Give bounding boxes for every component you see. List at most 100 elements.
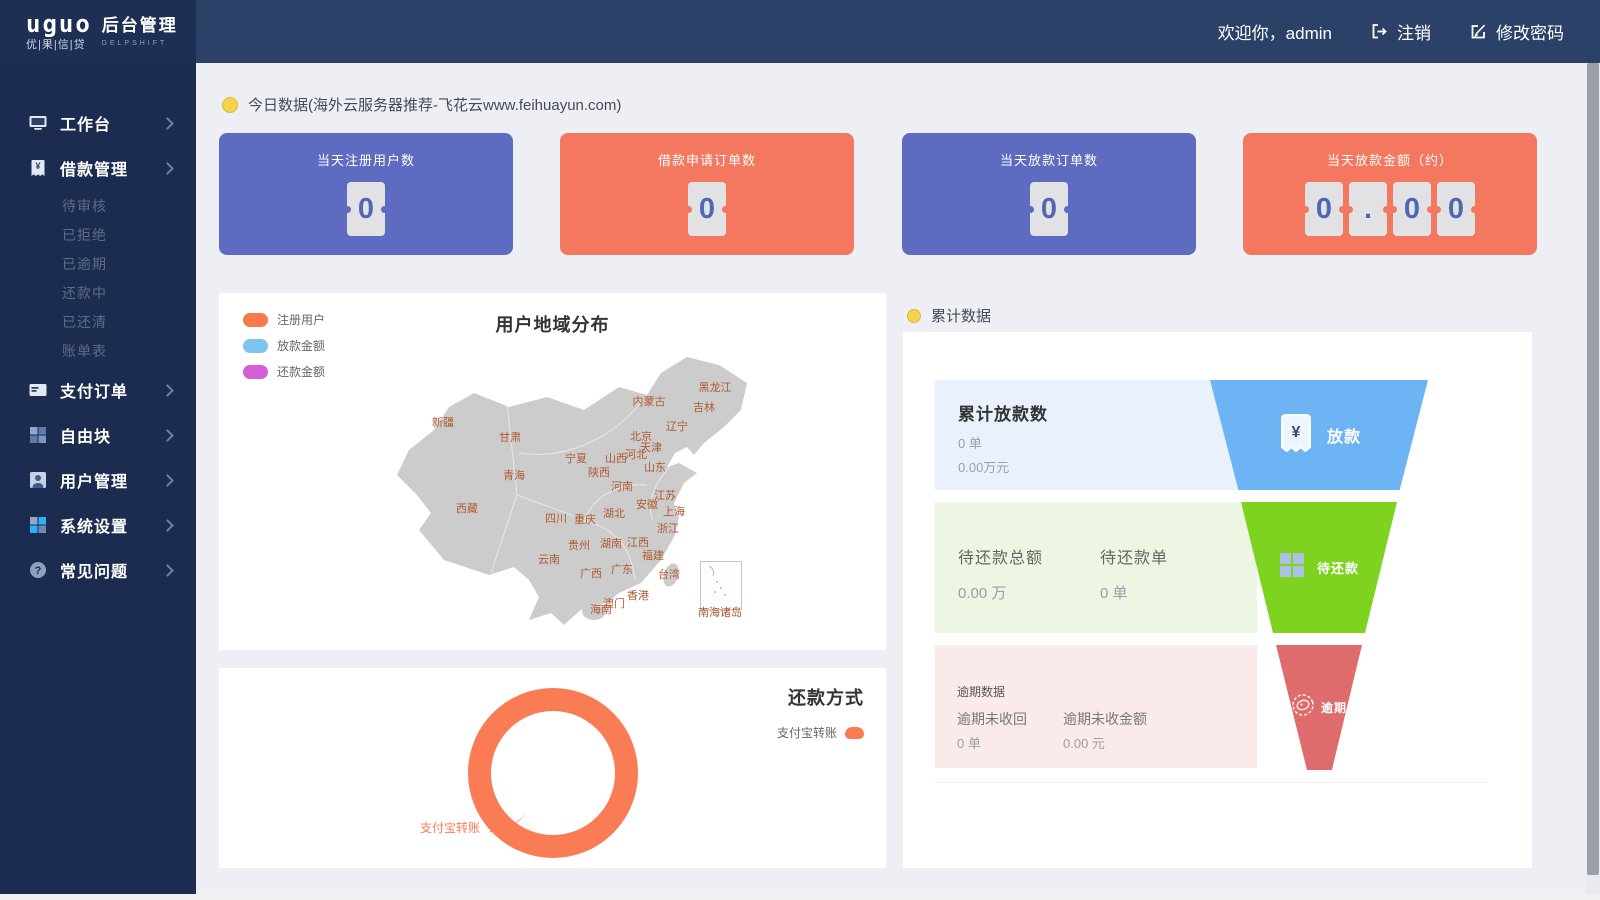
subitem-label: 账单表 bbox=[62, 341, 107, 361]
sidebar-item-system-settings[interactable]: 系统设置 bbox=[0, 503, 196, 547]
brand-logo-left: uguo 优|果|信|贷 bbox=[26, 12, 92, 51]
row-subtitle: 逾期数据 bbox=[957, 683, 1257, 700]
province-label: 新疆 bbox=[432, 414, 454, 430]
brand-logo-right: 后台管理 DELPSHIFT bbox=[102, 17, 178, 47]
province-label: 山东 bbox=[644, 459, 666, 475]
question-icon: ? bbox=[28, 560, 48, 580]
province-label: 台湾 bbox=[658, 566, 680, 582]
row-title: 累计放款数 bbox=[958, 400, 1257, 425]
vertical-scrollbar[interactable] bbox=[1586, 63, 1600, 900]
topbar-actions: 欢迎你，admin 注销 修改密码 bbox=[1218, 0, 1564, 63]
horizontal-scrollbar[interactable] bbox=[0, 894, 1600, 900]
sidebar-item-label: 借款管理 bbox=[60, 156, 128, 180]
sidebar-item-payment-orders[interactable]: 支付订单 bbox=[0, 368, 196, 412]
sidebar-item-label: 自由块 bbox=[60, 423, 111, 447]
logout-button[interactable]: 注销 bbox=[1370, 19, 1431, 44]
sidebar-nav: 工作台 ¥ 借款管理 待审核 已拒绝 已逾期 还款中 已还清 账单表 支付订单 bbox=[0, 63, 196, 900]
cumulative-section-title: 累计数据 bbox=[931, 305, 991, 326]
pig-legend-icon bbox=[845, 727, 864, 739]
province-label: 广东 bbox=[611, 561, 633, 577]
province-label: 陕西 bbox=[588, 464, 610, 480]
stat-card-title: 当天放款金额（约） bbox=[1327, 150, 1453, 169]
yellow-dot-icon bbox=[907, 309, 921, 323]
province-label: 重庆 bbox=[574, 511, 596, 527]
funnel-label: 待还款 bbox=[1317, 558, 1359, 577]
pig-coin-icon bbox=[1291, 693, 1315, 722]
sidebar-item-label: 系统设置 bbox=[60, 513, 128, 537]
province-label: 黑龙江 bbox=[699, 379, 732, 395]
sidebar-item-label: 支付订单 bbox=[60, 378, 128, 402]
province-label: 海南 bbox=[590, 601, 612, 617]
sidebar-item-label: 工作台 bbox=[60, 111, 111, 135]
col-label: 逾期未收回 bbox=[957, 709, 1063, 729]
repayment-method-card: 还款方式 支付宝转账 支付宝转账 bbox=[219, 668, 886, 868]
today-section-title: 今日数据(海外云服务器推荐-飞花云www.feihuayun.com) bbox=[248, 94, 621, 115]
stat-card-loan-applications: 借款申请订单数 0 bbox=[560, 133, 854, 255]
cumulative-row-overdue: 逾期数据 逾期未收回 0 单 逾期未收金额 0.00 元 bbox=[935, 645, 1257, 768]
yuan-receipt-icon: ¥ bbox=[1277, 411, 1315, 460]
col-label: 逾期未收金额 bbox=[1063, 709, 1147, 729]
stat-card-title: 借款申请订单数 bbox=[658, 150, 756, 169]
col-label: 待还款总额 bbox=[958, 544, 1100, 568]
sidebar-item-loan-management[interactable]: ¥ 借款管理 bbox=[0, 146, 196, 190]
col-value: 0 单 bbox=[1100, 582, 1168, 603]
svg-text:¥: ¥ bbox=[1292, 424, 1301, 441]
sidebar-item-workbench[interactable]: 工作台 bbox=[0, 101, 196, 145]
yellow-dot-icon bbox=[222, 97, 238, 113]
province-label: 湖北 bbox=[603, 505, 625, 521]
flip-digit: . bbox=[1349, 182, 1387, 236]
stat-card-registered-users: 当天注册用户数 0 bbox=[219, 133, 513, 255]
chevron-right-icon bbox=[161, 429, 174, 442]
flip-digit: 0 bbox=[347, 182, 385, 236]
province-label: 甘肃 bbox=[499, 429, 521, 445]
chevron-right-icon bbox=[161, 384, 174, 397]
flip-digit: 0 bbox=[1393, 182, 1431, 236]
chevron-right-icon bbox=[161, 474, 174, 487]
sidebar-item-user-management[interactable]: 用户管理 bbox=[0, 458, 196, 502]
sidebar-subitem-bill-table[interactable]: 账单表 bbox=[0, 336, 196, 365]
admin-title: 后台管理 bbox=[102, 17, 178, 34]
row-value-amount: 0.00万元 bbox=[958, 457, 1257, 476]
pie-chart-title: 还款方式 bbox=[788, 684, 864, 710]
edit-pencil-icon bbox=[1469, 22, 1488, 41]
sidebar-subitem-repaying[interactable]: 还款中 bbox=[0, 278, 196, 307]
pie-legend-alipay[interactable]: 支付宝转账 bbox=[777, 724, 864, 741]
sidebar-item-label: 用户管理 bbox=[60, 468, 128, 492]
chevron-right-icon bbox=[161, 117, 174, 130]
stat-card-title: 当天注册用户数 bbox=[317, 150, 415, 169]
flip-digit: 0 bbox=[688, 182, 726, 236]
subitem-label: 已逾期 bbox=[62, 254, 107, 274]
province-label: 福建 bbox=[642, 547, 664, 563]
province-label: 南海诸岛 bbox=[698, 604, 742, 620]
donut-chart-ring[interactable] bbox=[468, 688, 638, 858]
sidebar-subitem-paid-off[interactable]: 已还清 bbox=[0, 307, 196, 336]
cumulative-row-loans: 累计放款数 0 单 0.00万元 bbox=[935, 380, 1257, 490]
credit-card-icon bbox=[28, 380, 48, 400]
sidebar-item-faq[interactable]: ? 常见问题 bbox=[0, 548, 196, 592]
sidebar-item-free-blocks[interactable]: 自由块 bbox=[0, 413, 196, 457]
pie-slice-label: 支付宝转账 bbox=[420, 819, 480, 836]
province-label: 云南 bbox=[538, 551, 560, 567]
blocks-icon bbox=[28, 425, 48, 445]
province-labels-layer: 黑龙江吉林辽宁内蒙古北京天津河北山西山东宁夏陕西甘肃新疆青海西藏河南江苏安徽上海… bbox=[219, 293, 886, 650]
scrollbar-thumb[interactable] bbox=[1587, 63, 1599, 875]
sidebar-subitem-overdue[interactable]: 已逾期 bbox=[0, 249, 196, 278]
province-label: 吉林 bbox=[693, 399, 715, 415]
province-label: 河南 bbox=[611, 478, 633, 494]
flip-counter: 0 bbox=[685, 182, 729, 236]
province-label: 安徽 bbox=[636, 496, 658, 512]
sidebar-subitem-pending-review[interactable]: 待审核 bbox=[0, 191, 196, 220]
change-password-button[interactable]: 修改密码 bbox=[1469, 19, 1564, 44]
col-value: 0.00 元 bbox=[1063, 733, 1147, 752]
chevron-right-icon bbox=[161, 519, 174, 532]
funnel-label: 逾期 bbox=[1321, 699, 1347, 716]
logo-text: uguo bbox=[26, 12, 92, 36]
province-label: 广西 bbox=[580, 565, 602, 581]
col-value: 0.00 万 bbox=[958, 582, 1100, 603]
chevron-right-icon bbox=[161, 564, 174, 577]
sidebar-subitem-rejected[interactable]: 已拒绝 bbox=[0, 220, 196, 249]
cumulative-section-header: 累计数据 bbox=[907, 305, 991, 326]
admin-title-sub: DELPSHIFT bbox=[102, 40, 178, 47]
funnel-stage-loan: ¥ 放款 bbox=[1210, 380, 1428, 490]
stat-card-title: 当天放款订单数 bbox=[1000, 150, 1098, 169]
